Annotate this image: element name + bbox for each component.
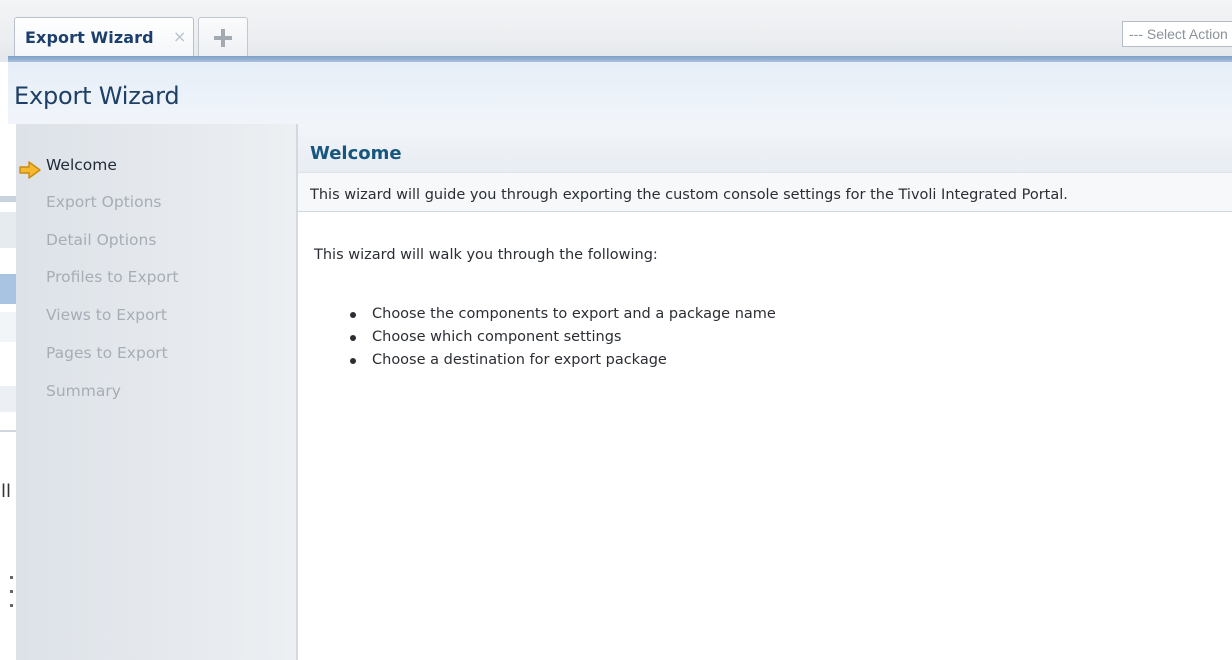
list-item: Choose a destination for export package <box>338 352 776 375</box>
sliver-glyph <box>10 576 13 579</box>
step-summary[interactable]: Summary <box>46 382 121 400</box>
content-description: This wizard will guide you through expor… <box>310 187 1068 203</box>
page-title: Export Wizard <box>14 82 180 110</box>
add-tab-button[interactable] <box>198 17 248 57</box>
step-profiles-to-export[interactable]: Profiles to Export <box>46 268 178 286</box>
tab-bar: Export Wizard × --- Select Action --- <box>0 0 1232 62</box>
step-pages-to-export[interactable]: Pages to Export <box>46 344 168 362</box>
step-detail-options[interactable]: Detail Options <box>46 231 156 249</box>
content-title: Welcome <box>310 143 402 164</box>
content-description-bar: This wizard will guide you through expor… <box>298 172 1232 212</box>
step-welcome[interactable]: Welcome <box>46 156 117 174</box>
sliver-text: ll <box>1 481 12 502</box>
step-views-to-export[interactable]: Views to Export <box>46 306 167 324</box>
sliver-divider <box>0 430 16 432</box>
bullet-icon <box>350 312 356 318</box>
close-icon[interactable]: × <box>173 27 186 47</box>
list-item-text: Choose which component settings <box>372 329 622 345</box>
bullet-icon <box>350 335 356 341</box>
page-header: Export Wizard <box>8 62 1232 124</box>
step-export-options[interactable]: Export Options <box>46 193 161 211</box>
sliver-glyph <box>10 590 13 593</box>
wizard-content: Welcome This wizard will guide you throu… <box>298 124 1232 660</box>
plus-icon <box>214 28 232 47</box>
sliver-row <box>0 212 16 248</box>
background-panel-sliver: ll <box>0 124 16 660</box>
intro-text: This wizard will walk you through the fo… <box>314 247 658 263</box>
arrow-right-icon <box>19 161 41 179</box>
bullet-icon <box>350 358 356 364</box>
sliver-glyph <box>10 604 13 607</box>
sliver-row <box>0 312 16 342</box>
steps-bullet-list: Choose the components to export and a pa… <box>338 306 776 375</box>
list-item-text: Choose the components to export and a pa… <box>372 306 776 322</box>
content-header: Welcome <box>298 124 1232 172</box>
select-action-dropdown[interactable]: --- Select Action --- <box>1122 21 1232 47</box>
tab-label: Export Wizard <box>25 28 154 47</box>
sliver-row <box>0 386 16 412</box>
list-item-text: Choose a destination for export package <box>372 352 667 368</box>
sliver-divider <box>0 196 16 202</box>
list-item: Choose which component settings <box>338 329 776 352</box>
list-item: Choose the components to export and a pa… <box>338 306 776 329</box>
sliver-row-selected <box>0 274 16 304</box>
tab-export-wizard[interactable]: Export Wizard × <box>14 17 194 57</box>
